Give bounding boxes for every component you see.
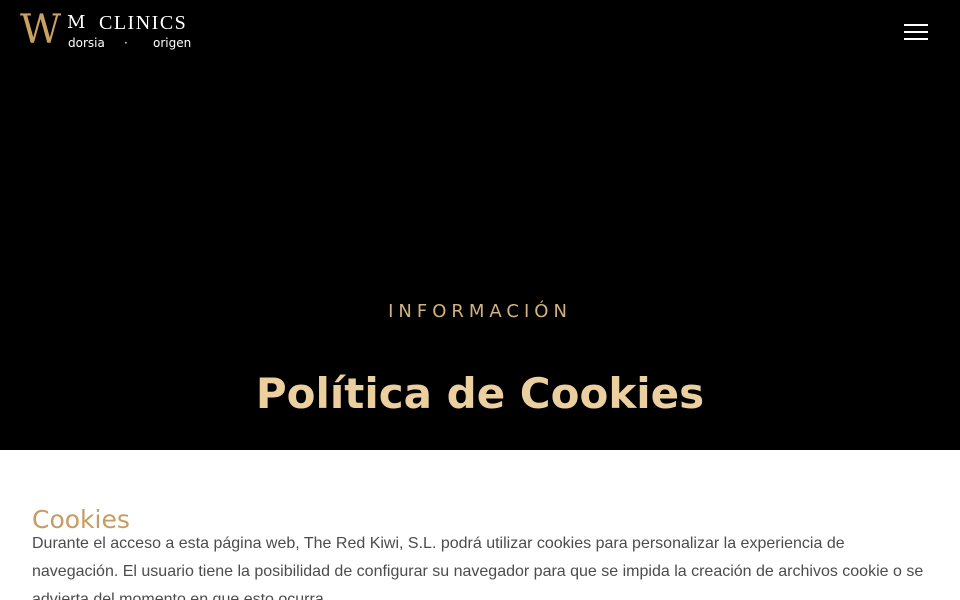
menu-line-icon xyxy=(904,24,928,26)
site-logo[interactable]: W M CLINICS dorsia · origen xyxy=(20,7,195,54)
page-title: Política de Cookies xyxy=(255,369,705,419)
menu-line-icon xyxy=(904,38,928,40)
page: W M CLINICS dorsia · origen INFORMACIÓN … xyxy=(0,0,960,600)
hero-section: W M CLINICS dorsia · origen INFORMACIÓN … xyxy=(0,0,960,450)
logo-m-mark: M xyxy=(67,12,87,33)
logo-dorsia-text: dorsia xyxy=(68,36,105,50)
hamburger-menu-icon[interactable] xyxy=(902,22,930,42)
cookies-paragraph: Durante el acceso a esta página web, The… xyxy=(32,535,924,600)
menu-line-icon xyxy=(904,31,928,33)
logo-clinics-text: CLINICS xyxy=(99,12,188,34)
section-eyebrow: INFORMACIÓN xyxy=(388,301,572,322)
cookies-content: Cookies Durante el acceso a esta página … xyxy=(0,450,960,600)
logo-separator: · xyxy=(124,36,128,50)
logo-origen-text: origen xyxy=(153,36,192,50)
logo-w-mark: W xyxy=(20,7,61,53)
